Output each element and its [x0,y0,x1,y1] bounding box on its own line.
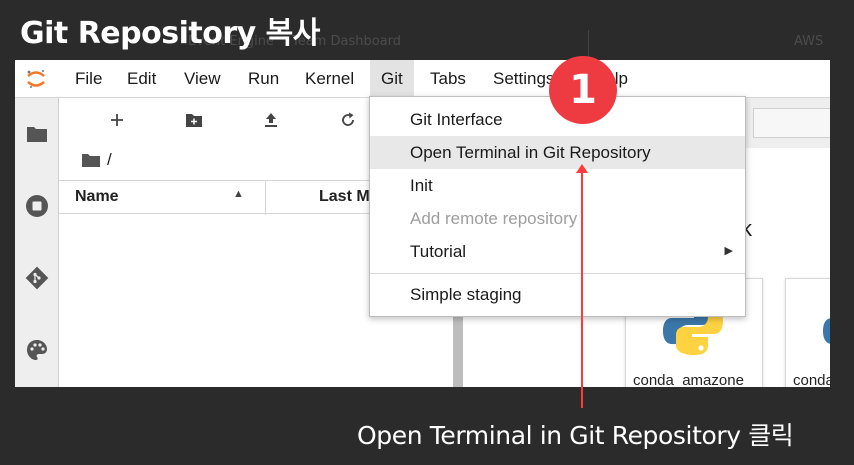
launcher-tab[interactable] [753,108,830,138]
menu-item-tutorial-label: Tutorial [410,242,467,261]
menu-git[interactable]: Git [370,60,414,98]
menu-view[interactable]: View [178,60,227,98]
column-divider[interactable] [265,181,266,215]
plus-icon[interactable] [107,110,127,130]
palette-icon[interactable] [25,338,49,362]
background-text: AWS [794,34,824,49]
jupyter-logo-icon [27,70,45,88]
upload-icon[interactable] [261,110,281,130]
menu-file[interactable]: File [69,60,108,98]
menu-bar: File Edit View Run Kernel Git Tabs Setti… [15,60,830,98]
menu-item-init[interactable]: Init [370,169,745,202]
sort-ascending-icon[interactable]: ▲ [233,188,244,200]
instruction-caption: Open Terminal in Git Repository 클릭 [357,421,794,450]
tutorial-slide: Event Engine Team Dashboard AWS Git Repo… [0,0,854,465]
git-menu-dropdown: Git Interface Open Terminal in Git Repos… [369,96,746,317]
jupyterlab-screenshot: File Edit View Run Kernel Git Tabs Setti… [15,60,830,387]
git-icon[interactable] [25,266,49,290]
menu-run[interactable]: Run [242,60,285,98]
new-folder-icon[interactable] [184,110,204,130]
kernel-card[interactable]: conda [785,278,830,387]
menu-item-add-remote: Add remote repository [410,209,578,228]
submenu-arrow-icon: ▶ [724,245,733,257]
column-last-modified[interactable]: Last M [319,188,370,206]
menu-item-simple-staging[interactable]: Simple staging [370,278,745,311]
menu-item-tutorial[interactable]: Tutorial ▶ [370,235,745,268]
callout-line [581,170,583,408]
menu-kernel[interactable]: Kernel [299,60,360,98]
stop-circle-icon[interactable] [25,194,49,218]
menu-item-open-terminal[interactable]: Open Terminal in Git Repository [370,136,745,169]
folder-icon[interactable] [25,122,49,146]
kernel-card-label: conda [793,372,830,387]
column-name[interactable]: Name [75,188,119,206]
left-sidebar [15,98,59,387]
step-number-badge: 1 [549,56,617,124]
breadcrumb-path[interactable]: / [107,150,112,170]
slide-title: Git Repository 복사 [20,16,320,51]
menu-edit[interactable]: Edit [121,60,162,98]
menu-tabs[interactable]: Tabs [424,60,472,98]
folder-icon[interactable] [81,152,101,168]
refresh-icon[interactable] [338,110,358,130]
python-logo-icon [823,318,830,344]
menu-separator [370,273,745,274]
kernel-card-label: conda_amazone [633,372,744,387]
breadcrumb: / [81,150,112,170]
